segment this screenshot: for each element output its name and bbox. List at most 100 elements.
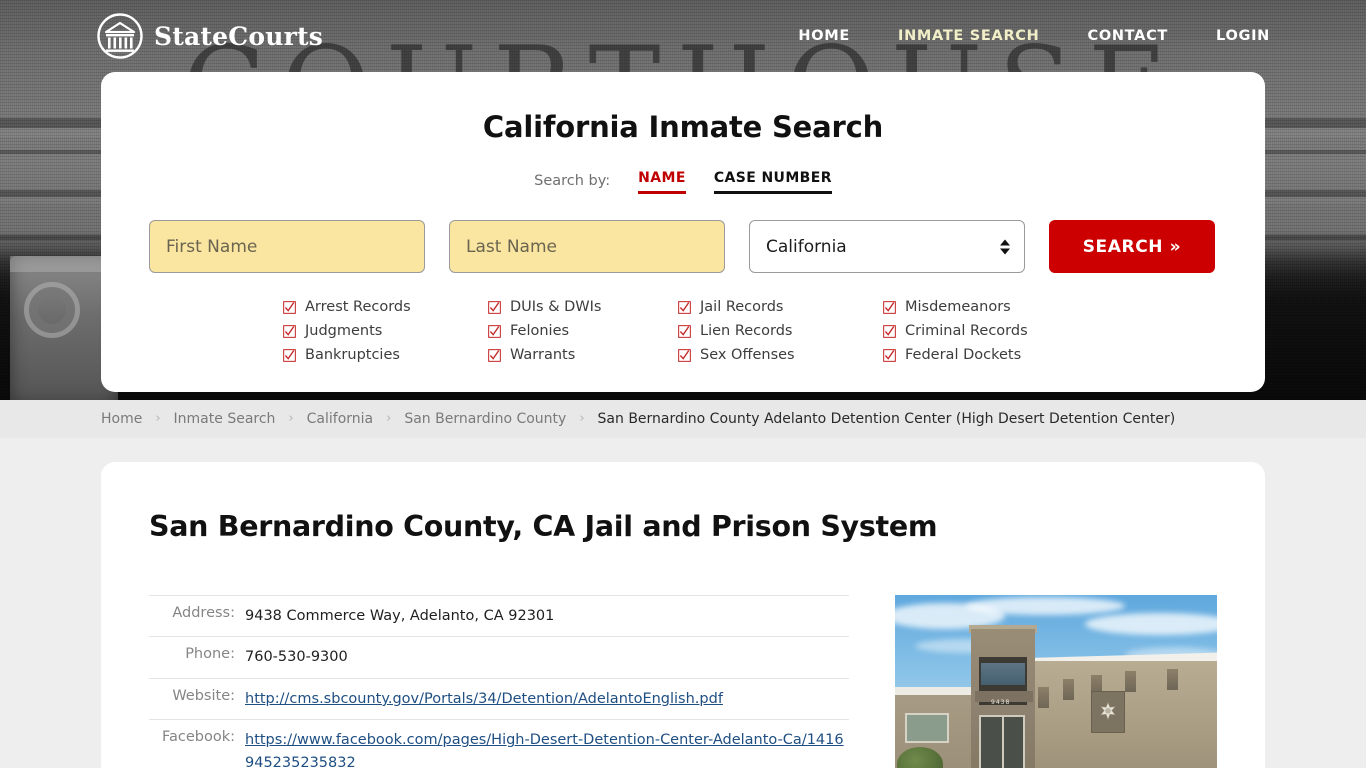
wall-lamp: [1063, 679, 1074, 700]
nav-item-home[interactable]: HOME: [798, 22, 850, 50]
facility-detail-grid: Address: 9438 Commerce Way, Adelanto, CA…: [149, 595, 1217, 768]
table-row: Phone: 760-530-9300: [149, 637, 849, 679]
state-select-value: California: [766, 236, 847, 257]
building-address-number: 9438: [991, 699, 1011, 706]
record-type-label: Misdemeanors: [905, 299, 1011, 315]
search-form: California SEARCH »: [149, 220, 1217, 273]
record-type-label: DUIs & DWIs: [510, 299, 602, 315]
breadcrumb-bar: Home › Inmate Search › California › San …: [0, 400, 1366, 438]
checked-checkbox-icon: [883, 300, 896, 314]
record-type-item[interactable]: Lien Records: [678, 323, 883, 339]
record-type-item[interactable]: Felonies: [488, 323, 678, 339]
detail-value-website: http://cms.sbcounty.gov/Portals/34/Deten…: [245, 678, 849, 719]
website-link[interactable]: http://cms.sbcounty.gov/Portals/34/Deten…: [245, 691, 723, 707]
record-type-item[interactable]: Federal Dockets: [883, 347, 1083, 363]
sheriff-plaque: [1091, 691, 1125, 733]
nav-item-inmate-search[interactable]: INMATE SEARCH: [898, 22, 1040, 50]
chevron-right-icon: ›: [155, 410, 161, 426]
record-type-label: Bankruptcies: [305, 347, 400, 363]
record-type-list: Arrest Records DUIs & DWIs Jail Records …: [149, 299, 1217, 363]
double-chevron-right-icon: »: [1169, 236, 1182, 257]
wall-lamp: [1167, 669, 1178, 690]
page-title: San Bernardino County, CA Jail and Priso…: [149, 510, 938, 543]
wall-lamp: [1125, 671, 1136, 692]
detail-label-website: Website:: [172, 687, 235, 704]
side-window: [905, 713, 949, 743]
brand-logo[interactable]: StateCourts: [96, 12, 323, 60]
tab-case-number[interactable]: CASE NUMBER: [713, 170, 832, 194]
record-type-label: Arrest Records: [305, 299, 411, 315]
tower-glass: [981, 663, 1025, 685]
facility-info-table: Address: 9438 Commerce Way, Adelanto, CA…: [149, 595, 849, 768]
breadcrumb-item-county[interactable]: San Bernardino County: [404, 411, 566, 427]
checked-checkbox-icon: [283, 324, 296, 338]
checked-checkbox-icon: [678, 348, 691, 362]
record-type-item[interactable]: Sex Offenses: [678, 347, 883, 363]
detail-value-address: 9438 Commerce Way, Adelanto, CA 92301: [245, 608, 555, 624]
record-type-item[interactable]: Arrest Records: [283, 299, 488, 315]
detail-label-address: Address:: [172, 605, 235, 621]
detail-value-facebook: https://www.facebook.com/pages/High-Dese…: [245, 720, 849, 768]
search-by-row: Search by: NAME CASE NUMBER: [149, 170, 1217, 194]
record-type-label: Lien Records: [700, 323, 793, 339]
record-type-item[interactable]: Bankruptcies: [283, 347, 488, 363]
record-type-item[interactable]: Jail Records: [678, 299, 883, 315]
brand-name: StateCourts: [154, 21, 323, 51]
record-type-item[interactable]: Misdemeanors: [883, 299, 1083, 315]
record-type-label: Federal Dockets: [905, 347, 1022, 363]
checked-checkbox-icon: [283, 300, 296, 314]
facebook-link[interactable]: https://www.facebook.com/pages/High-Dese…: [245, 732, 844, 768]
side-building-roof: [895, 687, 975, 695]
top-navigation-bar: StateCourts HOME INMATE SEARCH CONTACT L…: [0, 0, 1366, 72]
first-name-input[interactable]: [149, 220, 425, 273]
record-type-label: Jail Records: [700, 299, 784, 315]
nav-item-contact[interactable]: CONTACT: [1087, 22, 1168, 50]
search-button[interactable]: SEARCH »: [1049, 220, 1215, 273]
main-nav: HOME INMATE SEARCH CONTACT LOGIN: [750, 22, 1270, 50]
record-type-label: Warrants: [510, 347, 576, 363]
record-type-label: Judgments: [305, 323, 383, 339]
checked-checkbox-icon: [883, 348, 896, 362]
table-row: Website: http://cms.sbcounty.gov/Portals…: [149, 678, 849, 720]
breadcrumb-item-inmate-search[interactable]: Inmate Search: [174, 411, 276, 427]
nav-item-login[interactable]: LOGIN: [1216, 22, 1270, 50]
breadcrumb: Home › Inmate Search › California › San …: [101, 410, 1176, 428]
record-type-item[interactable]: DUIs & DWIs: [488, 299, 678, 315]
table-row: Address: 9438 Commerce Way, Adelanto, CA…: [149, 595, 849, 637]
record-type-label: Felonies: [510, 323, 570, 339]
last-name-input[interactable]: [449, 220, 725, 273]
detail-value-phone: 760-530-9300: [245, 649, 348, 666]
record-type-label: Criminal Records: [905, 323, 1028, 339]
wall-lamp: [1038, 687, 1049, 708]
updown-spinner-icon[interactable]: [1000, 239, 1010, 254]
sheriff-badge-icon: [1100, 701, 1116, 721]
content-area: San Bernardino County, CA Jail and Priso…: [0, 438, 1366, 768]
cloud-decoration: [965, 597, 1125, 615]
tab-name[interactable]: NAME: [638, 170, 686, 194]
facility-detail-card: San Bernardino County, CA Jail and Priso…: [101, 462, 1265, 768]
entry-doors: [979, 715, 1025, 768]
state-select[interactable]: California: [749, 220, 1025, 273]
search-by-label: Search by:: [534, 173, 611, 189]
cloud-decoration: [1085, 613, 1217, 635]
record-type-item[interactable]: Warrants: [488, 347, 678, 363]
search-button-label: SEARCH: [1082, 236, 1164, 257]
record-type-item[interactable]: Judgments: [283, 323, 488, 339]
checked-checkbox-icon: [488, 348, 501, 362]
breadcrumb-item-home[interactable]: Home: [101, 411, 142, 427]
record-type-label: Sex Offenses: [700, 347, 795, 363]
checked-checkbox-icon: [488, 300, 501, 314]
inmate-search-card: California Inmate Search Search by: NAME…: [101, 72, 1265, 392]
checked-checkbox-icon: [678, 324, 691, 338]
chevron-right-icon: ›: [579, 410, 585, 426]
checked-checkbox-icon: [883, 324, 896, 338]
breadcrumb-item-california[interactable]: California: [307, 411, 373, 427]
courthouse-circle-logo-icon: [96, 12, 144, 60]
checked-checkbox-icon: [678, 300, 691, 314]
breadcrumb-item-current: San Bernardino County Adelanto Detention…: [597, 411, 1176, 427]
detail-label-facebook: Facebook:: [161, 729, 235, 746]
record-type-item[interactable]: Criminal Records: [883, 323, 1083, 339]
chevron-right-icon: ›: [288, 410, 294, 426]
hero-section: COURTHOUSE StateCourts: [0, 0, 1366, 400]
detail-label-phone: Phone:: [185, 646, 235, 663]
